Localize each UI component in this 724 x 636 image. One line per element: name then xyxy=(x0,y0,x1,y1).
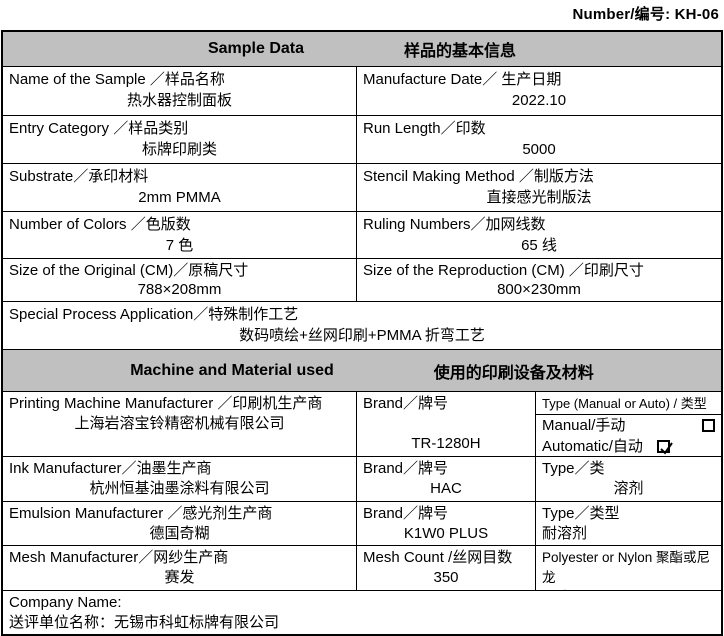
company-label-zh: 送评单位名称：无锡市科虹标牌有限公司 xyxy=(9,613,715,633)
field-value: 2mm PMMA xyxy=(9,187,350,208)
field-mesh-material: Polyester or Nylon 聚酯或尼龙 聚酯 xyxy=(535,546,721,590)
field-company-name: Company Name: 送评单位名称：无锡市科虹标牌有限公司 xyxy=(3,591,721,634)
field-sample-name: Name of the Sample ／样品名称 热水器控制面板 xyxy=(3,67,356,115)
field-manufacture-date: Manufacture Date／ 生产日期 2022.10 xyxy=(356,67,721,115)
field-value: 杭州恒基油墨涂料有限公司 xyxy=(9,479,350,499)
field-label: Brand／牌号 xyxy=(363,459,529,479)
section2-title-zh: 使用的印刷设备及材料 xyxy=(434,359,594,383)
field-value: 热水器控制面板 xyxy=(9,90,350,111)
field-value: 788×208mm xyxy=(9,280,350,299)
field-label: Type／类型 xyxy=(542,504,715,524)
field-value: K1W0 PLUS xyxy=(363,524,529,544)
section1-title-zh: 样品的基本信息 xyxy=(404,37,516,61)
field-number-of-colors: Number of Colors ／色版数 7 色 xyxy=(3,212,356,258)
field-ink-manufacturer: Ink Manufacturer／油墨生产商 杭州恒基油墨涂料有限公司 xyxy=(3,457,356,501)
manual-checkbox[interactable] xyxy=(702,419,715,432)
field-value: 800×230mm xyxy=(363,280,715,299)
field-label: Brand／牌号 xyxy=(363,394,529,414)
automatic-option-row: Automatic/自动 xyxy=(542,436,715,456)
row-colors-ruling: Number of Colors ／色版数 7 色 Ruling Numbers… xyxy=(3,211,721,258)
field-label: Size of the Original (CM)／原稿尺寸 xyxy=(9,261,350,280)
row-sizes: Size of the Original (CM)／原稿尺寸 788×208mm… xyxy=(3,258,721,301)
field-mesh-manufacturer: Mesh Manufacturer／网纱生产商 赛发 xyxy=(3,546,356,590)
field-label: Polyester or Nylon 聚酯或尼龙 xyxy=(542,548,715,588)
row-printing-machine: Printing Machine Manufacturer ／印刷机生产商 上海… xyxy=(3,391,721,456)
field-value: 溶剂 xyxy=(542,479,715,499)
field-value: 5000 xyxy=(363,139,715,160)
field-value: 350 xyxy=(363,568,529,588)
company-label-en: Company Name: xyxy=(9,593,715,613)
automatic-checkbox[interactable] xyxy=(657,440,670,453)
field-label: Manufacture Date／ 生产日期 xyxy=(363,69,715,90)
field-emulsion-type: Type／类型 耐溶剂 xyxy=(535,502,721,545)
section-header-sample-data: Sample Data 样品的基本信息 xyxy=(3,32,721,66)
field-size-original: Size of the Original (CM)／原稿尺寸 788×208mm xyxy=(3,259,356,301)
field-label: Printing Machine Manufacturer ／印刷机生产商 xyxy=(9,394,350,414)
field-value: TR-1280H xyxy=(363,434,529,454)
field-value: 德国奇糊 xyxy=(9,524,350,544)
field-label: Name of the Sample ／样品名称 xyxy=(9,69,350,90)
field-label: Number of Colors ／色版数 xyxy=(9,214,350,235)
row-name-manufacture-date: Name of the Sample ／样品名称 热水器控制面板 Manufac… xyxy=(3,66,721,115)
field-label: Ruling Numbers／加网线数 xyxy=(363,214,715,235)
field-machine-brand: Brand／牌号 TR-1280H xyxy=(356,392,535,456)
field-ink-type: Type／类 溶剂 xyxy=(535,457,721,501)
field-label: Run Length／印数 xyxy=(363,118,715,139)
automatic-label: Automatic/自动 xyxy=(542,436,643,456)
field-label: Type／类 xyxy=(542,459,715,479)
section2-title-en: Machine and Material used xyxy=(130,362,334,380)
row-emulsion: Emulsion Manufacturer ／感光剂生产商 德国奇糊 Brand… xyxy=(3,501,721,545)
field-label: Size of the Reproduction (CM) ／印刷尺寸 xyxy=(363,261,715,280)
field-label: Mesh Count /丝网目数 xyxy=(363,548,529,568)
field-machine-manufacturer: Printing Machine Manufacturer ／印刷机生产商 上海… xyxy=(3,392,356,456)
field-label: Special Process Application／特殊制作工艺 xyxy=(9,304,715,325)
field-emulsion-manufacturer: Emulsion Manufacturer ／感光剂生产商 德国奇糊 xyxy=(3,502,356,545)
field-run-length: Run Length／印数 5000 xyxy=(356,116,721,163)
field-value: 65 线 xyxy=(363,235,715,256)
document-number: Number/编号: KH-06 xyxy=(572,3,719,24)
sample-data-form: Sample Data 样品的基本信息 Name of the Sample ／… xyxy=(1,30,723,636)
row-substrate-stencil: Substrate／承印材料 2mm PMMA Stencil Making M… xyxy=(3,163,721,211)
field-value: HAC xyxy=(363,479,529,499)
field-ruling-numbers: Ruling Numbers／加网线数 65 线 xyxy=(356,212,721,258)
field-value: 赛发 xyxy=(9,568,350,588)
row-category-runlength: Entry Category ／样品类别 标牌印刷类 Run Length／印数… xyxy=(3,115,721,163)
field-value: 数码喷绘+丝网印刷+PMMA 折弯工艺 xyxy=(9,325,715,346)
row-ink: Ink Manufacturer／油墨生产商 杭州恒基油墨涂料有限公司 Bran… xyxy=(3,456,721,501)
section-header-machine-material: Machine and Material used 使用的印刷设备及材料 xyxy=(3,349,721,391)
field-label: Substrate／承印材料 xyxy=(9,166,350,187)
row-company-name: Company Name: 送评单位名称：无锡市科虹标牌有限公司 xyxy=(3,590,721,634)
check-icon xyxy=(659,441,674,456)
form-page: Number/编号: KH-06 Sample Data 样品的基本信息 Nam… xyxy=(0,0,724,636)
row-mesh: Mesh Manufacturer／网纱生产商 赛发 Mesh Count /丝… xyxy=(3,545,721,590)
field-value: 上海岩溶宝铃精密机械有限公司 xyxy=(9,414,350,434)
field-label: Entry Category ／样品类别 xyxy=(9,118,350,139)
manual-label: Manual/手动 xyxy=(542,415,625,436)
field-stencil-method: Stencil Making Method ／制版方法 直接感光制版法 xyxy=(356,164,721,211)
manual-option-row: Manual/手动 xyxy=(542,415,715,436)
field-value: 7 色 xyxy=(9,235,350,256)
field-value: 耐溶剂 xyxy=(542,524,715,544)
field-value: 聚酯 xyxy=(542,588,715,590)
row-special-process: Special Process Application／特殊制作工艺 数码喷绘+… xyxy=(3,301,721,349)
field-emulsion-brand: Brand／牌号 K1W0 PLUS xyxy=(356,502,535,545)
type-header-label: Type (Manual or Auto) / 类型 xyxy=(536,394,721,415)
field-value: 2022.10 xyxy=(363,90,715,111)
section1-title-en: Sample Data xyxy=(208,40,304,58)
field-entry-category: Entry Category ／样品类别 标牌印刷类 xyxy=(3,116,356,163)
field-ink-brand: Brand／牌号 HAC xyxy=(356,457,535,501)
field-label: Mesh Manufacturer／网纱生产商 xyxy=(9,548,350,568)
field-machine-type: Type (Manual or Auto) / 类型 Manual/手动 Aut… xyxy=(535,392,721,456)
field-special-process: Special Process Application／特殊制作工艺 数码喷绘+… xyxy=(3,302,721,349)
field-value: 直接感光制版法 xyxy=(363,187,715,208)
field-size-reproduction: Size of the Reproduction (CM) ／印刷尺寸 800×… xyxy=(356,259,721,301)
field-substrate: Substrate／承印材料 2mm PMMA xyxy=(3,164,356,211)
field-label: Emulsion Manufacturer ／感光剂生产商 xyxy=(9,504,350,524)
field-mesh-count: Mesh Count /丝网目数 350 xyxy=(356,546,535,590)
field-label: Stencil Making Method ／制版方法 xyxy=(363,166,715,187)
field-label: Ink Manufacturer／油墨生产商 xyxy=(9,459,350,479)
field-value: 标牌印刷类 xyxy=(9,139,350,160)
field-label: Brand／牌号 xyxy=(363,504,529,524)
